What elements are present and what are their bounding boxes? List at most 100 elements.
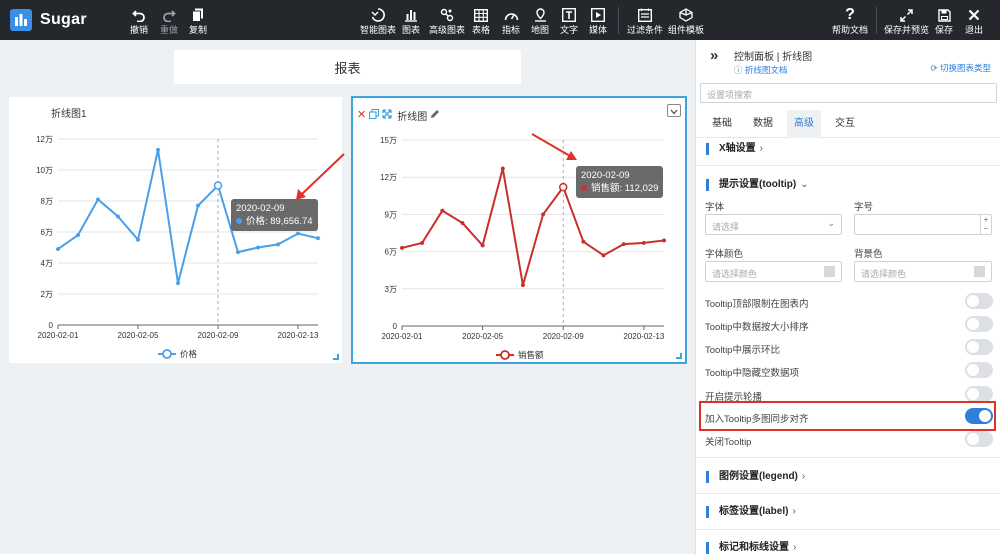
panel-header: » 控制面板 | 折线图 ⓘ 折线图文档 ⟳ 切换图表类型	[696, 40, 1000, 77]
data-point	[621, 242, 626, 247]
series-dot-icon	[236, 218, 242, 225]
font-size-stepper[interactable]: + −	[854, 214, 992, 235]
tab-data[interactable]: 数据	[745, 110, 781, 138]
data-point	[480, 243, 485, 248]
switch-chart-type-link[interactable]: ⟳ 切换图表类型	[931, 62, 992, 74]
tooltip-sort-toggle[interactable]	[965, 316, 993, 332]
tab-advanced[interactable]: 高级	[787, 110, 821, 138]
tooltip-confine-toggle[interactable]	[965, 293, 993, 309]
legend-marker	[500, 350, 510, 360]
resize-handle[interactable]	[676, 353, 682, 359]
toolbar-divider	[876, 7, 877, 34]
x-tick-label: 2020-02-01	[382, 332, 423, 341]
app-logo: Sugar	[10, 9, 87, 31]
color-swatch	[824, 266, 835, 277]
settings-search-input[interactable]: 设置项搜索	[700, 83, 997, 103]
data-point	[500, 166, 505, 171]
x-tick-label: 2020-02-09	[543, 332, 584, 341]
filter-button[interactable]: 过滤条件	[627, 6, 663, 35]
help-circle-icon: ⓘ	[734, 65, 745, 75]
tooltip-hide-empty-toggle[interactable]	[965, 362, 993, 378]
template-button[interactable]: 组件模板	[668, 6, 704, 35]
copy-icon	[192, 6, 204, 24]
data-point	[641, 240, 646, 245]
copy-button[interactable]: 复制	[189, 6, 207, 35]
toggle-row: Tooltip顶部限制在图表内	[705, 293, 993, 311]
y-tick-label: 6万	[41, 228, 53, 237]
top-toolbar: Sugar 撤销 重做 复制 智能图表 图表 高级图表 表格 指标 地图 文字 …	[0, 0, 1000, 40]
y-tick-label: 4万	[41, 259, 53, 268]
divider	[696, 493, 1000, 494]
data-point	[399, 245, 405, 250]
font-color-picker[interactable]: 请选择颜色	[705, 261, 842, 282]
section-xaxis[interactable]: X轴设置 ›	[706, 143, 763, 155]
data-point	[295, 231, 301, 236]
tab-interaction[interactable]: 交互	[827, 110, 863, 138]
bg-color-picker[interactable]: 请选择颜色	[854, 261, 992, 282]
close-tooltip-toggle[interactable]	[965, 431, 993, 447]
section-legend[interactable]: 图例设置(legend) ›	[706, 471, 805, 483]
section-marker[interactable]: 标记和标线设置 ›	[706, 542, 796, 554]
map-button[interactable]: 地图	[531, 6, 549, 35]
chevron-right-icon: ›	[801, 471, 806, 482]
y-tick-label: 2万	[41, 290, 53, 299]
save-preview-button[interactable]: 保存并预览	[884, 6, 929, 35]
chart-button[interactable]: 图表	[402, 6, 420, 35]
tooltip-value: 销售额: 112,029	[591, 183, 659, 194]
table-icon	[474, 6, 488, 24]
legend-marker	[162, 349, 172, 359]
line-chart-2: 0 3万 6万 9万 12万 15万 2020-02-01 2020-02-05 2020-02…	[380, 136, 667, 360]
panel-tabs: 基础 数据 高级 交互	[696, 110, 1000, 138]
media-button[interactable]: 媒体	[589, 6, 607, 35]
divider	[696, 165, 1000, 166]
data-point	[235, 250, 241, 255]
data-point	[275, 242, 281, 247]
chart-tooltip: 2020-02-09 销售额: 112,029	[576, 166, 664, 198]
font-label: 字体	[705, 202, 725, 213]
indicator-button[interactable]: 指标	[502, 6, 520, 35]
advanced-chart-icon	[440, 6, 454, 24]
x-tick-label: 2020-02-13	[623, 332, 664, 341]
data-point	[55, 247, 61, 252]
media-icon	[591, 6, 605, 24]
data-point	[135, 237, 141, 242]
tooltip-mom-toggle[interactable]	[965, 339, 993, 355]
section-label[interactable]: 标签设置(label) ›	[706, 506, 796, 518]
font-size-label: 字号	[854, 202, 874, 213]
tooltip-carousel-toggle[interactable]	[965, 386, 993, 402]
text-button[interactable]: 文字	[560, 6, 578, 35]
chart-doc-link[interactable]: ⓘ 折线图文档	[734, 64, 787, 76]
toggle-row: Tooltip中数据按大小排序	[705, 316, 993, 334]
chart-card-1[interactable]: 折线图1 0 2万 4万 6万 8万 10万 12万 2020-02-01 2020-02-05…	[9, 97, 342, 363]
exit-button[interactable]: 退出	[965, 6, 983, 35]
undo-icon	[132, 6, 146, 24]
tab-basic[interactable]: 基础	[704, 110, 740, 138]
table-button[interactable]: 表格	[472, 6, 490, 35]
stepper-arrows[interactable]: + −	[980, 215, 991, 234]
chart-card-2[interactable]: ✕ 折线图 0 3万 6万 9万 12万 15万 2020-02-01 2020-02-05 2…	[351, 96, 687, 364]
redo-button[interactable]: 重做	[160, 6, 178, 35]
undo-button[interactable]: 撤销	[130, 6, 148, 35]
legend-label: 价格	[180, 349, 198, 359]
section-tooltip[interactable]: 提示设置(tooltip) ⌄	[706, 179, 809, 191]
y-tick-label: 8万	[41, 197, 53, 206]
divider	[696, 457, 1000, 458]
resize-handle[interactable]	[333, 354, 339, 360]
save-button[interactable]: 保存	[935, 6, 953, 35]
report-title[interactable]: 报表	[174, 50, 521, 84]
font-color-label: 字体颜色	[705, 249, 744, 260]
help-doc-button[interactable]: ? 帮助文档	[832, 6, 868, 36]
legend-label: 销售额	[518, 350, 544, 360]
data-point	[315, 236, 321, 241]
smart-chart-button[interactable]: 智能图表	[360, 6, 396, 35]
y-tick-label: 12万	[380, 173, 397, 182]
chevron-right-icon: ›	[792, 506, 796, 517]
advanced-chart-button[interactable]: 高级图表	[429, 6, 465, 35]
collapse-panel-icon[interactable]: »	[710, 48, 718, 64]
color-swatch	[974, 266, 985, 277]
divider	[696, 529, 1000, 530]
redo-icon	[162, 6, 176, 24]
expand-icon	[900, 6, 913, 24]
font-select[interactable]: 请选择 ⌄	[705, 214, 842, 235]
toggle-row: 关闭Tooltip	[705, 431, 993, 449]
